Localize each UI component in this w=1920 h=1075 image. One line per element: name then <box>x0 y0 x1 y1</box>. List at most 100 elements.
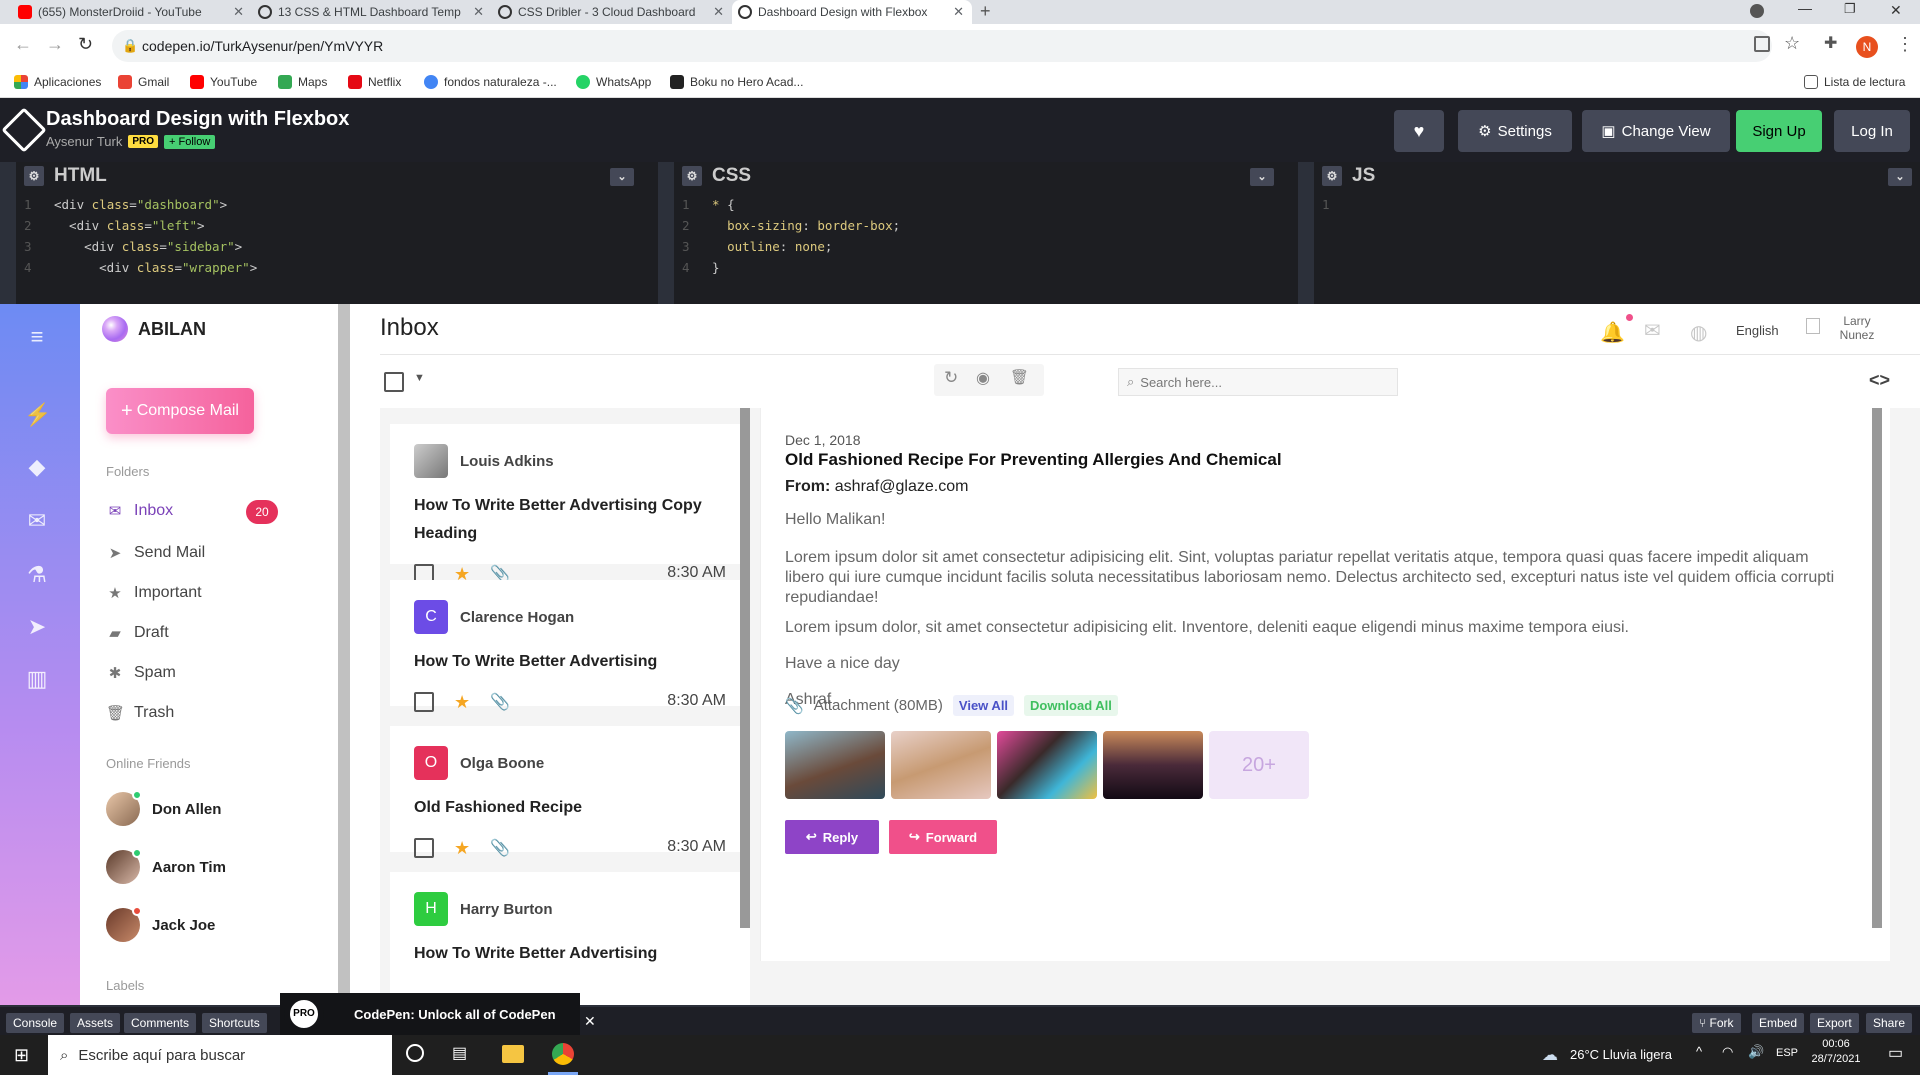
download-all-button[interactable]: Download All <box>1024 695 1118 716</box>
tab-search-icon[interactable] <box>1750 4 1764 18</box>
user-avatar[interactable] <box>1806 318 1820 334</box>
bookmark-maps[interactable]: Maps <box>278 75 327 89</box>
refresh-icon[interactable]: ↻ <box>944 368 958 388</box>
extensions-icon[interactable]: ✚ <box>1824 33 1837 53</box>
input-language[interactable]: ESP <box>1776 1047 1798 1059</box>
paper-plane-icon[interactable]: ➤ <box>24 614 50 640</box>
close-tab-icon[interactable]: ✕ <box>233 4 244 20</box>
profile-avatar[interactable]: N <box>1856 36 1878 58</box>
task-view-icon[interactable]: ▤ <box>452 1043 467 1063</box>
chevron-down-icon[interactable]: ⌄ <box>1888 168 1912 186</box>
folder-spam[interactable]: ✱ Spam <box>106 664 176 682</box>
embed-button[interactable]: Embed <box>1752 1013 1805 1033</box>
weather-text[interactable]: 26°C Lluvia ligera <box>1570 1047 1672 1062</box>
change-view-button[interactable]: ▣ Change View <box>1582 110 1730 152</box>
css-code[interactable]: 1 * { 2 box-sizing: border-box; 3 outline… <box>674 194 1282 278</box>
close-window-icon[interactable]: ✕ <box>1890 2 1902 19</box>
message-checkbox[interactable] <box>414 838 434 858</box>
list-item[interactable]: C Clarence Hogan How To Write Better Adve… <box>390 580 750 712</box>
hamburger-menu-icon[interactable]: ≡ <box>24 324 50 350</box>
bookmark-star-icon[interactable]: ☆ <box>1784 33 1800 54</box>
reply-button[interactable]: ↩ Reply <box>785 820 879 854</box>
shortcuts-button[interactable]: Shortcuts <box>202 1013 267 1033</box>
friend-item[interactable]: Don Allen <box>106 790 221 826</box>
folder-important[interactable]: ★ Important <box>106 584 201 602</box>
close-tab-icon[interactable]: ✕ <box>953 4 964 20</box>
clock[interactable]: 00:06 28/7/2021 <box>1812 1038 1861 1065</box>
list-item[interactable]: H Harry Burton How To Write Better Advert… <box>390 872 750 1005</box>
bookmark-whatsapp[interactable]: WhatsApp <box>576 75 651 89</box>
settings-button[interactable]: ⚙ Settings <box>1458 110 1572 152</box>
menu-kebab-icon[interactable]: ⋮ <box>1896 34 1914 55</box>
diamond-icon[interactable]: ◆ <box>24 454 50 480</box>
sidebar-scrollbar[interactable] <box>338 304 350 1005</box>
file-explorer-icon[interactable] <box>502 1045 524 1063</box>
detail-scrollbar[interactable] <box>1872 408 1882 928</box>
message-checkbox[interactable] <box>414 692 434 712</box>
bookmark-netflix[interactable]: Netflix <box>348 75 401 89</box>
bell-icon[interactable]: 🔔 <box>1600 320 1625 345</box>
fork-button[interactable]: ⑂ Fork <box>1692 1013 1741 1033</box>
bookmark-gmail[interactable]: Gmail <box>118 75 169 89</box>
lightning-icon[interactable]: ⚡ <box>24 402 51 428</box>
tray-chevron-icon[interactable]: ^ <box>1696 1044 1702 1059</box>
tab-css-dribler[interactable]: CSS Dribler - 3 Cloud Dashboard ✕ <box>492 0 732 24</box>
translate-icon[interactable] <box>1754 36 1770 52</box>
close-tab-icon[interactable]: ✕ <box>473 4 484 20</box>
tab-dashboard-templates[interactable]: 13 CSS & HTML Dashboard Temp ✕ <box>252 0 492 24</box>
reload-icon[interactable]: ↻ <box>78 34 93 55</box>
cortana-icon[interactable] <box>406 1044 424 1062</box>
code-icon[interactable]: <> <box>1869 370 1890 391</box>
back-icon[interactable]: ← <box>14 34 32 55</box>
attachment-thumbnail[interactable] <box>1103 731 1203 799</box>
forward-button[interactable]: ↪ Forward <box>889 820 997 854</box>
heart-button[interactable]: ♥ <box>1394 110 1444 152</box>
globe-icon[interactable]: ◍ <box>1690 320 1707 345</box>
eye-icon[interactable]: ◉ <box>976 368 990 388</box>
attachment-thumbnail[interactable] <box>891 731 991 799</box>
list-item[interactable]: O Olga Boone Old Fashioned Recipe ★ 📎 8:30 … <box>390 726 750 858</box>
close-tab-icon[interactable]: ✕ <box>713 4 724 20</box>
windows-start-icon[interactable]: ⊞ <box>14 1045 29 1066</box>
volume-icon[interactable]: 🔊 <box>1748 1044 1764 1060</box>
url-field[interactable]: 🔒 codepen.io/TurkAysenur/pen/YmVYYR <box>112 30 1772 62</box>
star-icon[interactable]: ★ <box>454 692 470 713</box>
view-all-button[interactable]: View All <box>952 695 1015 716</box>
js-editor[interactable]: ⚙ JS ⌄ 1 <box>1298 162 1920 304</box>
wifi-icon[interactable]: ◠ <box>1722 1044 1733 1060</box>
html-editor[interactable]: ⚙ HTML ⌄ 1 <div class="dashboard"> 2 <div… <box>0 162 642 304</box>
bookmark-apps[interactable]: Aplicaciones <box>14 75 101 89</box>
envelope-icon[interactable]: ✉ <box>24 508 50 534</box>
notification-center-icon[interactable]: ▭ <box>1888 1043 1903 1063</box>
list-item[interactable]: Louis Adkins How To Write Better Adverti… <box>390 424 750 584</box>
user-name[interactable]: Larry Nunez <box>1836 314 1878 342</box>
select-all-checkbox[interactable] <box>384 372 404 392</box>
folder-draft[interactable]: ▰ Draft <box>106 624 168 642</box>
trash-icon[interactable]: 🗑 <box>1010 368 1029 386</box>
forward-icon[interactable]: → <box>46 34 64 55</box>
tab-dashboard-flexbox[interactable]: Dashboard Design with Flexbox ✕ <box>732 0 972 24</box>
attachment-thumbnail[interactable] <box>997 731 1097 799</box>
log-in-button[interactable]: Log In <box>1834 110 1910 152</box>
more-attachments-tile[interactable]: 20+ <box>1209 731 1309 799</box>
friend-item[interactable]: Aaron Tim <box>106 848 226 884</box>
close-promo-icon[interactable]: ✕ <box>584 1013 596 1030</box>
list-scrollbar[interactable] <box>740 408 750 928</box>
compose-mail-button[interactable]: + Compose Mail <box>106 388 254 434</box>
codepen-logo-icon[interactable] <box>1 107 47 153</box>
bookmark-youtube[interactable]: YouTube <box>190 75 257 89</box>
flask-icon[interactable]: ⚗ <box>24 562 50 588</box>
star-icon[interactable]: ★ <box>454 838 470 859</box>
tab-youtube[interactable]: (655) MonsterDroiid - YouTube ✕ <box>12 0 252 24</box>
export-button[interactable]: Export <box>1810 1013 1859 1033</box>
bookmark-boku[interactable]: Boku no Hero Acad... <box>670 75 803 89</box>
gear-icon[interactable]: ⚙ <box>682 166 702 186</box>
share-button[interactable]: Share <box>1866 1013 1913 1033</box>
pro-promo-banner[interactable]: PRO CodePen: Unlock all of CodePen <box>280 993 580 1035</box>
bookmark-fondos[interactable]: fondos naturaleza -... <box>424 75 557 89</box>
folder-trash[interactable]: 🗑 Trash <box>106 704 174 722</box>
author-name[interactable]: Aysenur Turk <box>46 134 122 149</box>
follow-button[interactable]: + Follow <box>164 134 216 149</box>
language-selector[interactable]: English <box>1736 323 1779 338</box>
reading-list[interactable]: Lista de lectura <box>1804 75 1905 89</box>
